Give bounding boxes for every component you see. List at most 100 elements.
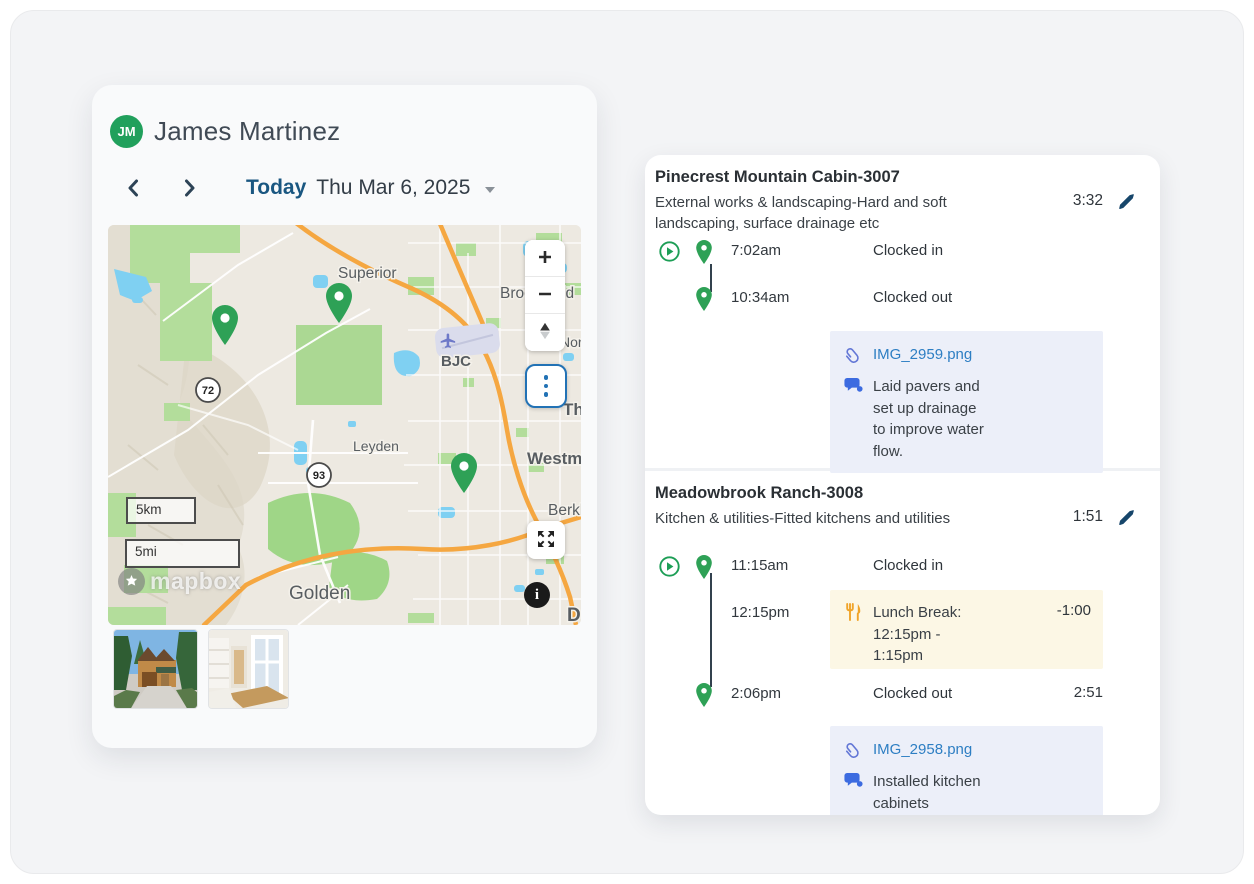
comment-icon [843,376,863,394]
attachment-row: IMG_2958.png [843,740,1091,760]
timeline-connector [710,573,712,687]
employee-map-card: JM James Martinez Today Thu Mar 6, 2025 [92,85,597,748]
event-status: Clocked in [827,240,1033,261]
fullscreen-button[interactable] [527,521,565,559]
note-box: IMG_2959.png Laid pavers and set up drai… [830,331,1103,473]
break-delta: -1:00 [1057,602,1091,619]
map-label-westminster: Westminster [527,449,581,468]
event-time: 12:15pm [716,590,827,623]
cutlery-icon [843,602,863,621]
job-title: Meadowbrook Ranch-3008 [655,484,1033,503]
info-icon: i [535,587,539,604]
chevron-left-icon [127,179,139,197]
play-button[interactable] [659,556,680,580]
location-pin-icon [695,555,713,584]
svg-text:93: 93 [313,470,325,482]
photo-thumbnails [113,629,597,709]
map-label-golden: Golden [289,583,350,604]
chevron-right-icon [184,179,196,197]
play-button[interactable] [659,241,680,265]
map-label-superior: Superior [338,265,397,282]
map[interactable]: Superior Broomfield BJC Leyden Westminst… [108,225,581,625]
event-time: 10:34am [716,287,827,308]
job-subtitle: External works & landscaping-Hard and so… [655,192,973,234]
event-status: Clocked out [827,287,1033,308]
note-box: IMG_2958.png Installed kitchen cabinets [830,726,1103,815]
pencil-icon [1117,192,1136,214]
date-dropdown[interactable]: Thu Mar 6, 2025 [316,176,495,200]
comment-icon [843,771,863,789]
prev-day-button[interactable] [123,176,143,200]
clock-in-row: 7:02am Clocked in [652,240,1149,287]
event-time: 7:02am [716,240,827,261]
job-timeline: 7:02am Clocked in 10:34am Clocked out [652,240,1149,473]
event-status: Clocked in [827,555,1033,576]
svg-text:72: 72 [202,385,214,397]
clock-out-row: 2:06pm Clocked out 2:51 [652,683,1149,712]
job-title: Pinecrest Mountain Cabin-3007 [655,168,1033,187]
attachment-link[interactable]: IMG_2958.png [873,740,972,760]
comment-row: Installed kitchen cabinets [843,771,1091,814]
route-shield-93: 93 [307,463,331,487]
attachment-row: IMG_2959.png [843,345,1091,365]
edit-job-button[interactable] [1103,484,1149,530]
job-header: Pinecrest Mountain Cabin-3007 External w… [652,168,1033,234]
job-total-duration: 1:51 [1033,484,1103,526]
map-zoom-controls [525,240,565,351]
job-total-duration: 3:32 [1033,168,1103,210]
today-button[interactable]: Today [246,176,306,200]
employee-name: James Martinez [154,116,340,147]
job-subtitle: Kitchen & utilities-Fitted kitchens and … [655,508,973,529]
attachment-link[interactable]: IMG_2959.png [873,345,972,365]
play-icon [659,250,680,265]
edit-job-button[interactable] [1103,168,1149,214]
map-label-bjc: BJC [441,353,471,370]
date-label: Thu Mar 6, 2025 [316,176,470,200]
route-shield-72: 72 [196,378,220,402]
map-info-button[interactable]: i [524,582,550,608]
zoom-in-button[interactable] [525,240,565,277]
minus-icon [537,286,553,305]
location-pin-icon [695,683,713,712]
paperclip-icon [843,740,863,759]
map-scale-km: 5km [126,497,196,524]
job-timeline: 11:15am Clocked in 12:15pm [652,555,1149,815]
avatar: JM [110,115,143,148]
job-entry-meadowbrook: Meadowbrook Ranch-3008 Kitchen & utiliti… [645,471,1160,815]
compass-button[interactable] [525,314,565,351]
event-duration: 2:51 [1033,683,1103,701]
event-time: 2:06pm [716,683,827,704]
next-day-button[interactable] [180,176,200,200]
comment-text: Laid pavers and set up drainage to impro… [873,376,991,462]
break-label: Lunch Break: 12:15pm - 1:15pm [873,602,965,667]
comment-row: Laid pavers and set up drainage to impro… [843,376,1091,462]
date-navigation: Today Thu Mar 6, 2025 [123,173,597,203]
app-window: JM James Martinez Today Thu Mar 6, 2025 [0,0,1254,884]
comment-text: Installed kitchen cabinets [873,771,991,814]
paperclip-icon [843,345,863,364]
map-label-denver: Denver [567,605,581,625]
lunch-break-box: Lunch Break: 12:15pm - 1:15pm -1:00 [830,590,1103,669]
plus-icon [537,249,553,268]
fullscreen-icon [536,529,556,552]
zoom-out-button[interactable] [525,277,565,314]
compass-icon [536,321,554,344]
photo-thumbnail-kitchen[interactable] [208,629,289,709]
event-time: 11:15am [716,555,827,576]
clock-in-row: 11:15am Clocked in [652,555,1149,590]
location-pin-icon [695,287,713,316]
map-label-leyden: Leyden [353,438,399,454]
break-row: 12:15pm Lunch Break: 12:15pm - 1:15pm -1… [652,590,1149,669]
pencil-icon [1117,508,1136,530]
map-scale-mi: 5mi [125,539,240,568]
job-header: Meadowbrook Ranch-3008 Kitchen & utiliti… [652,484,1033,529]
job-entry-pinecrest: Pinecrest Mountain Cabin-3007 External w… [645,155,1160,468]
kebab-icon [544,375,549,380]
caret-down-icon [485,187,495,193]
play-icon [659,565,680,580]
map-more-options-button[interactable] [525,364,567,408]
clock-out-row: 10:34am Clocked out [652,287,1149,316]
location-pin-icon [695,240,713,269]
event-status: Clocked out [827,683,1033,704]
photo-thumbnail-cabin[interactable] [113,629,198,709]
